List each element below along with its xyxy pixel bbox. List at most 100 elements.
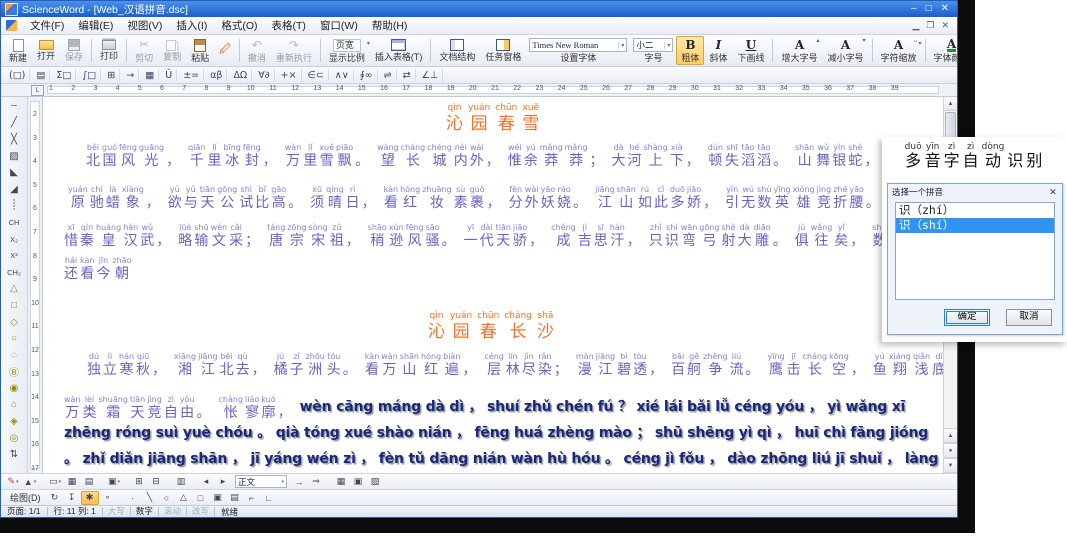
zoom-page-width-button[interactable]: 页宽▾显示比例 xyxy=(324,36,370,65)
greek-lowercase-button[interactable]: αβ xyxy=(206,69,227,81)
format-pen-button[interactable]: ✎▾ xyxy=(5,476,21,488)
calculus-symbols-button[interactable]: ∮∞ xyxy=(356,69,378,81)
frame-tool-button[interactable]: ▤ xyxy=(227,492,243,504)
next-field-button[interactable]: ▸ xyxy=(215,476,231,488)
insert-table-button[interactable]: 插入表格(T) xyxy=(370,36,428,65)
draw-menu-button[interactable]: 绘图(D) xyxy=(5,491,46,504)
paste-button[interactable]: 粘贴 xyxy=(186,36,214,65)
font-size-select[interactable]: 小二 ▾ xyxy=(633,38,673,52)
diamond-shape-tool[interactable]: ◇ xyxy=(4,314,24,331)
menu-item[interactable]: 视图(V) xyxy=(120,17,169,34)
pinyin-option-list[interactable]: 识（zhí）识（shí） xyxy=(895,202,1055,300)
menu-item[interactable]: 表格(T) xyxy=(265,17,313,34)
style-select[interactable]: 正文▾ xyxy=(235,475,287,488)
grid-view-button[interactable]: ▦ xyxy=(333,476,349,488)
rotate-tool-button[interactable]: ↻ xyxy=(47,492,63,504)
highlight-color-button[interactable]: ▲▾ xyxy=(22,476,38,488)
summation-template-button[interactable]: Σ□ xyxy=(52,69,76,81)
outside-borders-button[interactable]: ▤ xyxy=(81,476,97,488)
hexagon-shape-tool[interactable]: ◈ xyxy=(4,413,24,430)
benzene-ring-tool[interactable]: Ⓑ xyxy=(4,364,24,381)
superscript-tool[interactable]: X² xyxy=(4,247,24,264)
andor-symbols-button[interactable]: ∧∨ xyxy=(331,69,354,81)
shrink-font-button[interactable]: A▾减小字号 xyxy=(822,36,868,65)
next-page-icon[interactable]: ▼ xyxy=(944,458,957,473)
pinyin-option[interactable]: 识（shí） xyxy=(896,218,1054,233)
table-properties-button[interactable]: ▥ xyxy=(173,476,189,488)
italic-button[interactable]: I斜体 xyxy=(704,36,732,65)
doc-restore-button[interactable]: ❐ xyxy=(926,20,934,31)
font-name-select[interactable]: Times New Roman ▾ xyxy=(529,38,627,52)
document-page[interactable]: qìn沁yuán园chūn春xuě雪běi北guó国fēng风guāng光，qi… xyxy=(43,97,943,473)
operator-symbols-button[interactable]: +× xyxy=(277,69,302,81)
select-browse-icon[interactable]: ● xyxy=(944,443,957,458)
prev-field-button[interactable]: ◂ xyxy=(198,476,214,488)
vertical-ruler[interactable]: 234567891011121314151617 xyxy=(28,97,43,473)
geometry-symbols-button[interactable]: ∠⊥ xyxy=(418,69,444,81)
goto-arrow-button[interactable]: → xyxy=(291,476,307,488)
draft-view-button[interactable]: ▧ xyxy=(367,476,383,488)
chevron-down-icon[interactable]: ▾ xyxy=(618,42,624,49)
pinyin-option[interactable]: 识（zhí） xyxy=(896,203,1054,218)
double-ring-tool[interactable]: ◎ xyxy=(4,430,24,447)
undo-button[interactable]: 撤消 xyxy=(243,36,271,65)
inside-borders-button[interactable]: ▦ xyxy=(64,476,80,488)
greek-uppercase-button[interactable]: ΔΩ xyxy=(229,69,252,81)
equilibrium-arrow-button[interactable]: ⇌ xyxy=(380,69,397,81)
minimize-button[interactable]: – xyxy=(911,4,917,14)
exchange-arrows-button[interactable]: ⇄ xyxy=(399,69,416,81)
chem-group-tool[interactable]: CH xyxy=(4,214,24,231)
table-template-button[interactable]: ▦ xyxy=(141,69,159,81)
cut-button[interactable]: 剪切 xyxy=(130,36,158,65)
new-file-button[interactable]: 新建 xyxy=(4,36,32,65)
logic-symbols-button[interactable]: ∀∂ xyxy=(254,69,274,81)
rectangle-tool-button[interactable]: □ xyxy=(193,492,209,504)
bold-line-tool[interactable]: ◣ xyxy=(4,164,24,181)
pentagon-shape-tool[interactable]: ⌂ xyxy=(4,397,24,414)
picture-tool-button[interactable]: ▣ xyxy=(210,492,226,504)
chevron-down-icon[interactable]: ▾ xyxy=(664,42,670,49)
page-view-button[interactable]: ▣ xyxy=(350,476,366,488)
line-tool-button[interactable]: ╲ xyxy=(142,492,158,504)
menu-item[interactable]: 文件(F) xyxy=(23,17,71,34)
relation-symbols-button[interactable]: ±= xyxy=(179,69,204,81)
ok-button[interactable]: 确定 xyxy=(944,309,990,326)
task-pane-button[interactable]: 任务窗格 xyxy=(480,36,526,65)
close-icon[interactable]: ✕ xyxy=(1047,187,1059,198)
prev-page-icon[interactable]: ▲ xyxy=(944,428,957,443)
menu-item[interactable]: 编辑(E) xyxy=(71,17,120,34)
scroll-up-icon[interactable]: ▲ xyxy=(944,97,957,111)
matrix-template-button[interactable]: ⊞ xyxy=(103,69,120,81)
maximize-button[interactable]: □ xyxy=(926,4,932,14)
redo-button[interactable]: 重新执行 xyxy=(271,36,317,65)
set-symbols-button[interactable]: ∈⊂ xyxy=(304,69,329,81)
thin-line-tool[interactable]: ╱ xyxy=(4,115,24,132)
dash-line-tool[interactable]: ┊ xyxy=(4,198,24,215)
char-scale-button[interactable]: A↔▾字符缩放 xyxy=(876,36,922,65)
angle-tool-button[interactable]: ∟ xyxy=(261,492,277,504)
menu-item[interactable]: 窗口(W) xyxy=(313,17,365,34)
doc-minimize-button[interactable]: ▁ xyxy=(912,20,919,31)
horizontal-ruler[interactable]: L 12345678910111213141516171819202122232… xyxy=(1,84,957,97)
dashed-circle-tool[interactable]: ◌ xyxy=(4,347,24,364)
bold-line2-tool[interactable]: ◢ xyxy=(4,181,24,198)
ring-shape-tool[interactable]: ◉ xyxy=(4,380,24,397)
point-tool-button[interactable]: · xyxy=(125,492,141,504)
underline-button[interactable]: U下画线 xyxy=(732,36,769,65)
pin-tool-button[interactable]: ↧ xyxy=(64,492,80,504)
dotted-line-tool[interactable]: ┄ xyxy=(4,98,24,115)
square-shape-tool[interactable]: □ xyxy=(4,297,24,314)
split-cells-button[interactable]: ⊟ xyxy=(148,476,164,488)
fraction-template-button[interactable]: ▤ xyxy=(32,69,50,81)
menu-item[interactable]: 格式(O) xyxy=(214,17,264,34)
menu-item[interactable]: 帮助(H) xyxy=(365,17,415,34)
triangle-tool-button[interactable]: △ xyxy=(176,492,192,504)
border-style-button[interactable]: ▭▾ xyxy=(47,476,63,488)
menu-item[interactable]: 插入(I) xyxy=(169,17,214,34)
accent-template-button[interactable]: Û xyxy=(161,69,177,81)
font-color-button[interactable]: A▾字体颜色 xyxy=(929,36,957,65)
triangle-shape-tool[interactable]: △ xyxy=(4,281,24,298)
circle-shape-tool[interactable]: ○ xyxy=(4,330,24,347)
ellipse-tool-button[interactable]: ○ xyxy=(159,492,175,504)
bond-arrow-tool[interactable]: ⇅ xyxy=(4,446,24,463)
